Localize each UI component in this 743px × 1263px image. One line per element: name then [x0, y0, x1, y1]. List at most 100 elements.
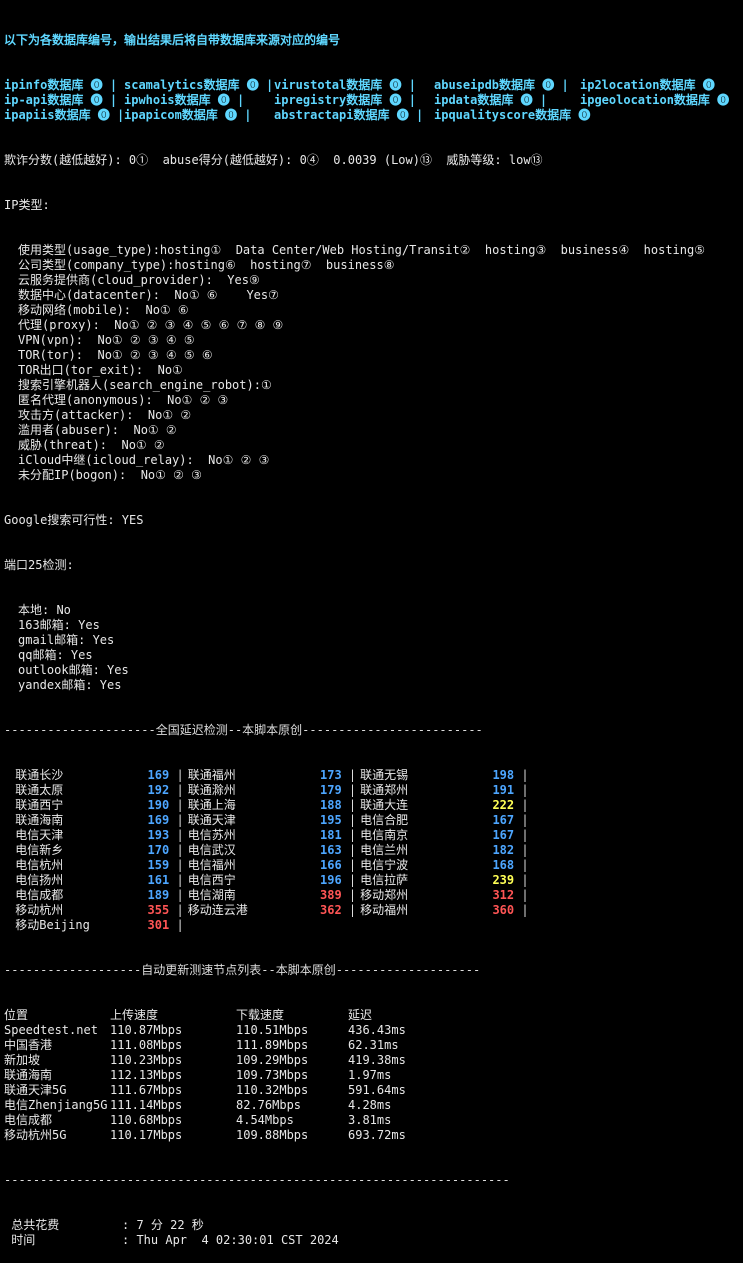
latency-value: 167: [492, 828, 515, 842]
database-name: ipqualityscore数据库: [434, 108, 572, 122]
database-number: ⓿: [83, 78, 103, 92]
latency-node: 联通太原: [15, 783, 64, 797]
separator: |: [532, 93, 548, 107]
separator: [4, 843, 11, 857]
separator: |: [554, 78, 569, 92]
separator: |: [169, 918, 184, 932]
separator: [4, 918, 11, 932]
latency-node: 电信武汉: [187, 843, 236, 857]
separator: |: [169, 768, 184, 782]
separator: |: [341, 828, 357, 842]
speed-cell: 移动杭州5G: [4, 1128, 67, 1142]
database-name: ipapiis数据库: [4, 108, 91, 122]
database-name: abuseipdb数据库: [434, 78, 536, 92]
latency-node: 电信新乡: [15, 843, 64, 857]
database-name: ipdata数据库: [434, 93, 514, 107]
speed-row: 移动杭州5G 110.17Mbps 109.88Mbps 693.72ms: [4, 1128, 743, 1143]
latency-value: 301: [147, 918, 170, 932]
speed-cell: 109.73Mbps: [236, 1068, 309, 1082]
latency-row: 联通太原 192 | 联通滁州 179 | 联通郑州 191 |: [4, 783, 743, 798]
database-name: ip2location数据库: [580, 78, 696, 92]
separator: |: [514, 768, 529, 782]
database-number: ⓿: [695, 78, 715, 92]
latency-node: 联通天津: [187, 813, 236, 827]
latency-value: 182: [492, 843, 515, 857]
database-entry: ip-api数据库 ⓿ |: [4, 93, 124, 108]
separator: |: [229, 93, 245, 107]
database-entry: virustotal数据库 ⓿ |: [274, 78, 434, 93]
latency-node: 联通滁州: [187, 783, 236, 797]
latency-value: 191: [492, 783, 515, 797]
separator: |: [102, 78, 118, 92]
database-name: ipgeolocation数据库: [580, 93, 710, 107]
separator: |: [408, 108, 424, 122]
separator: |: [169, 858, 184, 872]
latency-value: 169: [147, 768, 170, 782]
latency-node: 电信天津: [15, 828, 64, 842]
database-name: abstractapi数据库: [274, 108, 390, 122]
ip-type-line: 数据中心(datacenter): No① ⑥ Yes⑦: [18, 288, 279, 302]
latency-value: 312: [492, 888, 515, 902]
separator: [4, 783, 11, 797]
speed-column-header: 延迟: [348, 1008, 373, 1022]
ip-type-line: 未分配IP(bogon): No① ② ③: [18, 468, 202, 482]
ip-type-line: 匿名代理(anonymous): No① ② ③: [18, 393, 229, 407]
google-line: Google搜索可行性: YES: [4, 513, 144, 527]
separator: |: [341, 783, 357, 797]
database-entry: ipregistry数据库 ⓿ |: [274, 93, 434, 108]
footer-label: 总共花费: [4, 1218, 103, 1232]
speed-row: 联通海南 112.13Mbps 109.73Mbps 1.97ms: [4, 1068, 743, 1083]
speed-row: 中国香港 111.08Mbps 111.89Mbps 62.31ms: [4, 1038, 743, 1053]
speed-cell: 111.67Mbps: [110, 1083, 183, 1097]
footer-label: 时间: [4, 1233, 108, 1247]
speed-cell: 111.08Mbps: [110, 1038, 183, 1052]
footer-value: : Thu Apr 4 02:30:01 CST 2024: [122, 1233, 339, 1247]
ip-type-line: iCloud中继(icloud_relay): No① ② ③: [18, 453, 270, 467]
speed-cell: 3.81ms: [348, 1113, 392, 1127]
speed-cell: 110.87Mbps: [110, 1023, 183, 1037]
speed-row: 联通天津5G 111.67Mbps 110.32Mbps 591.64ms: [4, 1083, 743, 1098]
database-entry: ipqualityscore数据库 ⓿: [434, 108, 590, 123]
separator: |: [514, 783, 529, 797]
speed-column-header: 位置: [4, 1008, 29, 1022]
latency-node: 联通福州: [187, 768, 236, 782]
latency-value: 389: [320, 888, 342, 902]
separator: |: [514, 798, 529, 812]
separator: |: [514, 813, 529, 827]
database-number: ⓿: [709, 93, 730, 107]
latency-node: 移动连云港: [187, 903, 248, 917]
ip-type-line: VPN(vpn): No① ② ③ ④ ⑤: [18, 333, 195, 347]
database-entry: ipapicom数据库 ⓿ |: [124, 108, 274, 123]
latency-value: 190: [147, 798, 170, 812]
separator: |: [401, 93, 416, 107]
speed-row: 新加坡 110.23Mbps 109.29Mbps 419.38ms: [4, 1053, 743, 1068]
speed-cell: 4.54Mbps: [236, 1113, 294, 1127]
port25-list: 本地: No 163邮箱: Yes gmail邮箱: Yes qq邮箱: Yes out…: [4, 603, 743, 693]
database-name: ipapicom数据库: [124, 108, 218, 122]
separator: |: [169, 903, 184, 917]
latency-value: 355: [147, 903, 170, 917]
speed-cell: 111.14Mbps: [110, 1098, 183, 1112]
separator: [4, 828, 11, 842]
latency-value: 163: [320, 843, 342, 857]
separator: [4, 813, 11, 827]
latency-row: 移动Beijing 301 |: [4, 918, 743, 933]
speed-cell: 1.97ms: [348, 1068, 392, 1082]
separator: |: [341, 873, 357, 887]
database-entry: scamalytics数据库 ⓿ |: [124, 78, 274, 93]
database-number: ⓿: [83, 93, 103, 107]
database-name: ip-api数据库: [4, 93, 84, 107]
ip-type-title: IP类型:: [4, 198, 50, 212]
separator: |: [514, 828, 529, 842]
latency-value: 179: [320, 783, 342, 797]
latency-row: 联通海南 169 | 联通天津 195 | 电信合肥 167 |: [4, 813, 743, 828]
latency-value: 161: [147, 873, 170, 887]
separator: |: [341, 768, 357, 782]
separator: |: [169, 813, 184, 827]
database-entry: ipwhois数据库 ⓿ |: [124, 93, 274, 108]
speed-cell: 109.29Mbps: [236, 1053, 309, 1067]
speed-cell: 419.38ms: [348, 1053, 406, 1067]
footer-row: 时间 : Thu Apr 4 02:30:01 CST 2024: [4, 1233, 743, 1248]
latency-value: 166: [320, 858, 342, 872]
speed-row: Speedtest.net 110.87Mbps 110.51Mbps 436.43m…: [4, 1023, 743, 1038]
